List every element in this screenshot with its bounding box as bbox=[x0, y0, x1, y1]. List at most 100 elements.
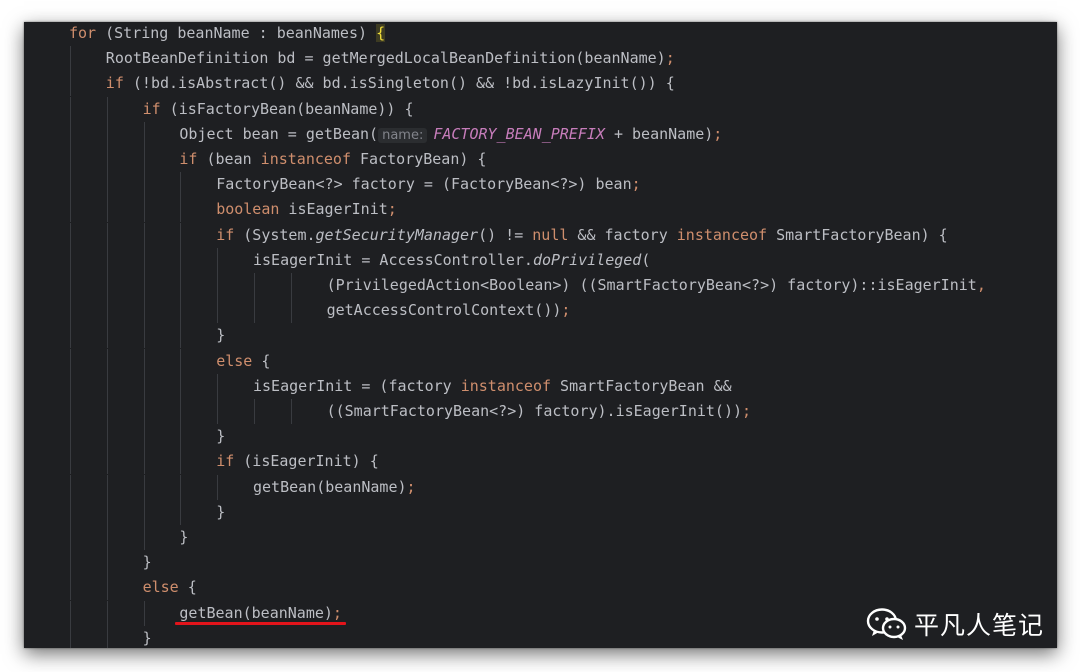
code-token: (!bd.isAbstract() && bd.isSingleton() &&… bbox=[123, 74, 675, 93]
code-editor[interactable]: for (String beanName : beanNames) { RootB… bbox=[24, 22, 1057, 648]
code-token: getBean(beanName) bbox=[179, 603, 333, 622]
code-token: FACTORY_BEAN_PREFIX bbox=[433, 124, 605, 143]
indent-guide bbox=[106, 197, 108, 223]
indent-guide bbox=[180, 474, 182, 500]
code-token: && factory bbox=[568, 225, 677, 244]
watermark: 平凡人笔记 bbox=[866, 606, 1044, 642]
indent-guide bbox=[180, 273, 182, 298]
code-line[interactable]: (PrivilegedAction<Boolean>) ((SmartFacto… bbox=[24, 273, 1057, 298]
indent-guide bbox=[70, 474, 71, 500]
indent-guide bbox=[143, 197, 145, 223]
code-line-content: if (isEagerInit) { bbox=[216, 449, 379, 474]
indent-guide bbox=[143, 449, 145, 475]
indent-guide bbox=[70, 222, 71, 248]
code-line[interactable]: } bbox=[24, 323, 1057, 349]
indent-guide bbox=[254, 399, 255, 424]
code-token: ((SmartFactoryBean<?>) factory).isEagerI… bbox=[326, 402, 743, 420]
parameter-hint: name: bbox=[378, 127, 428, 143]
indent-guide bbox=[70, 525, 71, 550]
indent-guide bbox=[70, 449, 71, 475]
indent-guide bbox=[143, 525, 145, 550]
code-token: isEagerInit = AccessController. bbox=[253, 250, 533, 269]
indent-guide bbox=[143, 424, 145, 450]
indent-guide bbox=[217, 373, 219, 399]
code-token: instanceof bbox=[460, 376, 552, 395]
code-line[interactable]: getBean(beanName); bbox=[24, 474, 1057, 500]
code-line[interactable]: getAccessControlContext()); bbox=[24, 298, 1057, 324]
code-line[interactable]: if (!bd.isAbstract() && bd.isSingleton()… bbox=[24, 71, 1057, 97]
code-token: isEagerInit = (factory bbox=[253, 376, 461, 395]
code-line[interactable]: boolean isEagerInit; bbox=[24, 197, 1057, 223]
indent-guide bbox=[70, 273, 71, 298]
code-token: (bean bbox=[197, 150, 261, 168]
code-line-content: for (String beanName : beanNames) { bbox=[69, 22, 386, 46]
code-line[interactable]: if (isFactoryBean(beanName)) { bbox=[24, 96, 1057, 122]
code-token: (String beanName : beanNames) bbox=[96, 24, 377, 42]
indent-guide bbox=[70, 121, 71, 147]
code-line[interactable]: isEagerInit = (factory instanceof SmartF… bbox=[24, 373, 1057, 399]
code-line-content: } bbox=[179, 525, 188, 550]
code-token: RootBeanDefinition bd = getMergedLocalBe… bbox=[105, 49, 666, 68]
code-line-content: if (System.getSecurityManager() != null … bbox=[216, 223, 948, 248]
code-line[interactable]: for (String beanName : beanNames) { bbox=[24, 22, 1057, 46]
indent-guide bbox=[180, 348, 182, 374]
code-line-content: FactoryBean<?> factory = (FactoryBean<?>… bbox=[216, 172, 640, 197]
code-token: FactoryBean<?> factory = (FactoryBean<?>… bbox=[216, 175, 632, 194]
indent-guide bbox=[143, 222, 145, 248]
indent-guide bbox=[180, 449, 182, 475]
indent-guide bbox=[106, 96, 108, 122]
code-line[interactable]: if (isEagerInit) { bbox=[24, 449, 1057, 475]
indent-guide bbox=[143, 147, 145, 172]
indent-guide bbox=[70, 71, 71, 97]
code-line[interactable]: if (System.getSecurityManager() != null … bbox=[24, 222, 1057, 248]
code-token: ; bbox=[561, 301, 571, 320]
indent-guide bbox=[106, 600, 108, 626]
code-area[interactable]: for (String beanName : beanNames) { RootB… bbox=[24, 22, 1057, 648]
code-line[interactable]: Object bean = getBean(name: FACTORY_BEAN_… bbox=[24, 121, 1057, 147]
code-token: } bbox=[142, 628, 152, 647]
code-token: if bbox=[216, 225, 235, 244]
code-token: ( bbox=[641, 250, 651, 269]
code-line[interactable]: RootBeanDefinition bd = getMergedLocalBe… bbox=[24, 46, 1057, 72]
code-line-content: } bbox=[216, 500, 225, 525]
code-token: getBean(beanName) bbox=[253, 477, 407, 496]
indent-guide bbox=[180, 197, 182, 223]
code-line-content: RootBeanDefinition bd = getMergedLocalBe… bbox=[106, 46, 675, 71]
code-token: for bbox=[69, 24, 97, 42]
code-token: if bbox=[216, 452, 235, 471]
code-line[interactable]: } bbox=[24, 424, 1057, 450]
indent-guide bbox=[106, 575, 108, 601]
code-token: if bbox=[142, 99, 161, 118]
code-line[interactable]: } bbox=[24, 499, 1057, 525]
code-token: ; bbox=[406, 477, 416, 496]
indent-guide bbox=[70, 197, 71, 223]
code-token: boolean bbox=[216, 200, 280, 219]
indent-guide bbox=[70, 247, 71, 273]
code-line[interactable]: } bbox=[24, 550, 1057, 576]
indent-guide bbox=[70, 147, 71, 172]
code-token: { bbox=[252, 351, 271, 370]
indent-guide bbox=[106, 147, 108, 172]
code-line[interactable]: } bbox=[24, 525, 1057, 550]
code-line[interactable]: isEagerInit = AccessController.doPrivile… bbox=[24, 247, 1057, 273]
indent-guide bbox=[106, 298, 108, 324]
indent-guide bbox=[106, 373, 108, 399]
indent-guide bbox=[290, 399, 292, 424]
indent-guide bbox=[217, 474, 219, 500]
code-line[interactable]: FactoryBean<?> factory = (FactoryBean<?>… bbox=[24, 172, 1057, 198]
code-token: doPrivileged bbox=[532, 250, 642, 269]
code-line-content: isEagerInit = (factory instanceof SmartF… bbox=[253, 374, 732, 399]
code-line[interactable]: else { bbox=[24, 575, 1057, 601]
code-line-content: else { bbox=[216, 349, 270, 374]
code-line[interactable]: else { bbox=[24, 348, 1057, 374]
code-line-content: if (isFactoryBean(beanName)) { bbox=[143, 97, 414, 122]
code-line[interactable]: ((SmartFactoryBean<?>) factory).isEagerI… bbox=[24, 399, 1057, 424]
indent-guide bbox=[217, 247, 219, 273]
code-token: ; bbox=[332, 603, 342, 622]
indent-guide bbox=[180, 247, 182, 273]
code-token: getSecurityManager bbox=[315, 225, 479, 244]
code-line[interactable]: if (bean instanceof FactoryBean) { bbox=[24, 147, 1057, 172]
indent-guide bbox=[254, 298, 255, 324]
code-token: null bbox=[532, 225, 569, 244]
code-token: ; bbox=[665, 49, 675, 68]
